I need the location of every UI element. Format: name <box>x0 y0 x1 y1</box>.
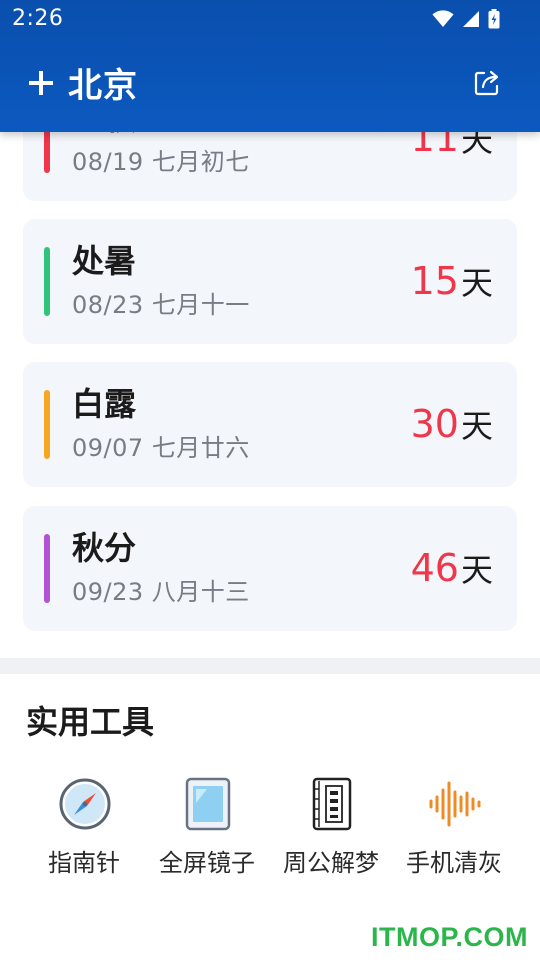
term-date: 08/23 七月十一 <box>72 291 250 319</box>
term-countdown: 46 天 <box>411 544 493 594</box>
term-name: 秋分 <box>72 529 137 567</box>
tool-label: 周公解梦 <box>283 849 379 877</box>
term-days: 46 <box>410 546 459 590</box>
app-header: 2:26 北京 <box>0 0 540 132</box>
tool-label: 手机清灰 <box>406 849 502 877</box>
status-icons <box>432 8 500 30</box>
add-city-button[interactable] <box>24 66 58 100</box>
term-days: 15 <box>410 259 459 303</box>
plus-icon <box>29 71 53 95</box>
tool-label: 指南针 <box>48 849 120 877</box>
tool-compass[interactable]: 指南针 <box>22 775 146 885</box>
term-unit: 天 <box>460 407 493 445</box>
city-title[interactable]: 北京 <box>68 66 138 106</box>
cellular-signal-icon <box>463 11 479 27</box>
compass-icon <box>58 777 112 831</box>
term-color-bar <box>44 247 50 316</box>
toolbar: 北京 <box>0 60 540 120</box>
term-name: 白露 <box>72 385 137 423</box>
term-date: 09/07 七月廿六 <box>72 434 250 462</box>
status-time: 2:26 <box>12 6 64 31</box>
term-days: 30 <box>410 402 459 446</box>
sound-wave-icon <box>428 777 482 831</box>
term-card-bailu[interactable]: 白露 09/07 七月廿六 30 天 <box>23 362 517 487</box>
mirror-icon <box>181 777 235 831</box>
share-button[interactable] <box>472 68 502 98</box>
term-name: 处暑 <box>72 242 137 280</box>
section-divider <box>0 658 540 674</box>
term-color-bar <box>44 534 50 603</box>
term-date: 08/19 七月初七 <box>72 148 250 176</box>
term-card-qiufen[interactable]: 秋分 09/23 八月十三 46 天 <box>23 506 517 631</box>
tools-section-title: 实用工具 <box>26 703 155 741</box>
share-icon <box>474 70 499 96</box>
site-watermark: ITMOP.COM <box>370 922 528 952</box>
tool-dream-interpretation[interactable]: 周公解梦 <box>269 775 393 885</box>
tool-label: 全屏镜子 <box>159 849 255 877</box>
tool-phone-dust-clean[interactable]: 手机清灰 <box>392 775 516 885</box>
dream-book-icon <box>305 777 359 831</box>
term-card-chushu[interactable]: 处暑 08/23 七月十一 15 天 <box>23 219 517 344</box>
term-unit: 天 <box>460 264 493 302</box>
battery-charging-icon <box>488 9 500 29</box>
status-bar: 2:26 <box>0 0 540 40</box>
term-countdown: 30 天 <box>411 400 493 450</box>
term-color-bar <box>44 390 50 459</box>
wifi-icon <box>432 10 454 27</box>
tool-fullscreen-mirror[interactable]: 全屏镜子 <box>145 775 269 885</box>
term-date: 09/23 八月十三 <box>72 578 250 606</box>
term-countdown: 15 天 <box>411 257 493 307</box>
term-unit: 天 <box>460 551 493 589</box>
